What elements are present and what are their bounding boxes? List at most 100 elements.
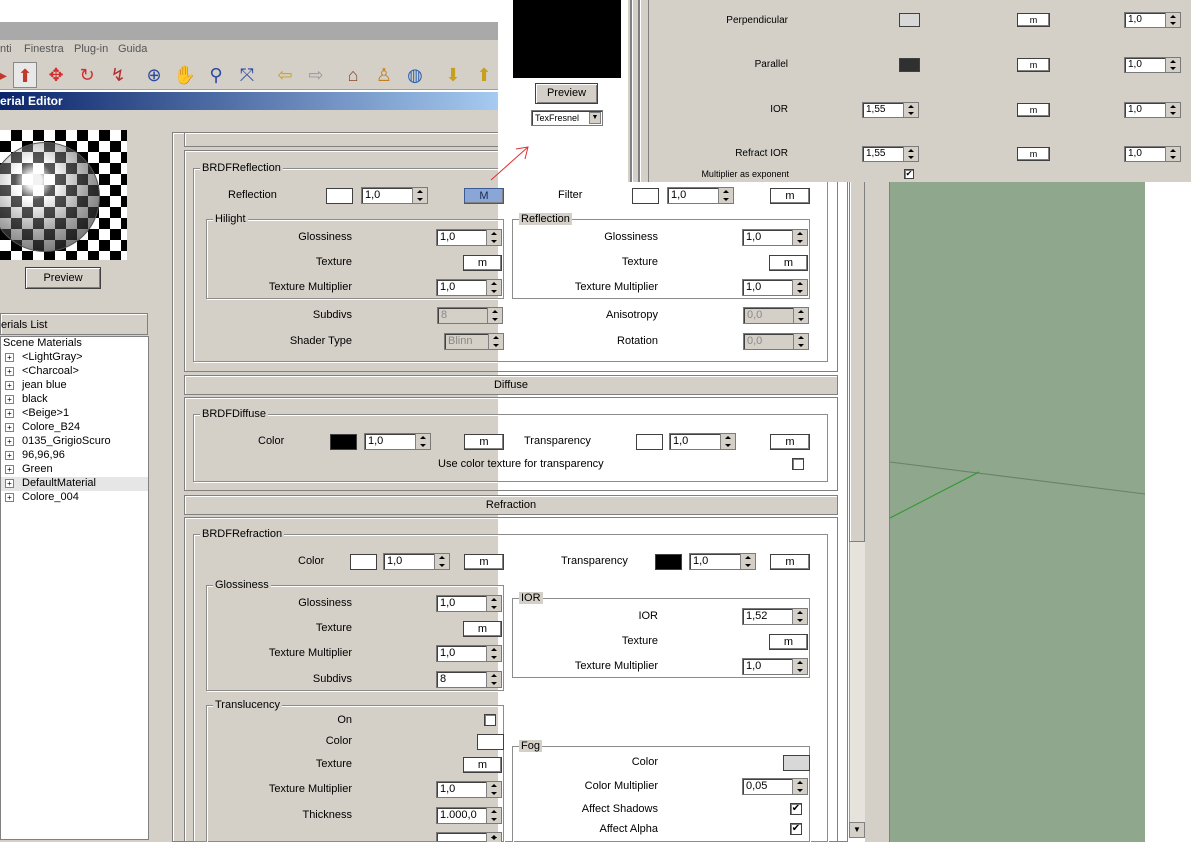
fog-color-swatch[interactable]	[783, 755, 810, 771]
rollout-refraction-header[interactable]: Refraction	[184, 495, 838, 515]
reflection-value-spinner[interactable]: 1,0	[361, 187, 428, 204]
material-list-item[interactable]: +0135_GrigioScuro	[1, 435, 148, 449]
hilight-texmult-spinner[interactable]: 1,0	[436, 279, 502, 296]
expand-plus-icon[interactable]: +	[5, 479, 14, 488]
texture-type-select[interactable]: TexFresnel ▼	[531, 110, 603, 126]
preview-button[interactable]: Preview	[25, 267, 101, 289]
pan-icon[interactable]: ✋	[173, 62, 197, 88]
diffuse-transparency-map-button[interactable]: m	[770, 434, 810, 450]
zoom-icon[interactable]: ⚲	[204, 62, 228, 88]
refract-ior-spinner[interactable]: 1,55	[862, 146, 919, 162]
menu-item-finestra[interactable]: Finestra	[24, 43, 64, 55]
zoom-extents-icon[interactable]: ⤧	[235, 62, 259, 88]
refr-texmult-spinner[interactable]: 1,0	[436, 645, 502, 662]
refraction-transparency-swatch[interactable]	[655, 554, 682, 570]
translucency-texmult-spinner[interactable]: 1,0	[436, 781, 502, 798]
use-color-texture-checkbox[interactable]	[792, 458, 804, 470]
perpendicular-map-button[interactable]: m	[1017, 13, 1050, 27]
diffuse-color-map-button[interactable]: m	[464, 434, 504, 450]
globe-icon[interactable]: ◍	[403, 62, 427, 88]
refraction-transparency-spinner[interactable]: 1,0	[689, 553, 756, 570]
scroll-down-arrow[interactable]: ▼	[849, 822, 865, 838]
expand-plus-icon[interactable]: +	[5, 465, 14, 474]
perpendicular-color-swatch[interactable]	[899, 13, 920, 27]
translucency-thickness-spinner[interactable]: 1.000,0	[436, 807, 502, 824]
refr-glossiness-spinner[interactable]: 1,0	[436, 595, 502, 612]
refr-ior-texmult-spinner[interactable]: 1,0	[742, 658, 808, 675]
expand-plus-icon[interactable]: +	[5, 437, 14, 446]
fog-color-mult-spinner[interactable]: 0,05	[742, 778, 808, 795]
followme-icon[interactable]: ↯	[106, 62, 130, 88]
filter-color-swatch[interactable]	[632, 188, 659, 204]
material-list-item[interactable]: +96,96,96	[1, 449, 148, 463]
material-list-item[interactable]: + DefaultMaterial	[1, 477, 148, 491]
next-view-icon[interactable]: ⇨	[304, 62, 328, 88]
refract-ior-value-spinner[interactable]: 1,0	[1124, 146, 1181, 162]
material-list-item[interactable]: + Colore_B24	[1, 421, 148, 435]
refr-ior-texture-map-button[interactable]: m	[769, 634, 808, 650]
prev-view-icon[interactable]: ⇦	[273, 62, 297, 88]
refraction-color-spinner[interactable]: 1,0	[383, 553, 450, 570]
fog-affect-alpha-checkbox[interactable]: ✔	[790, 823, 802, 835]
refract-ior-map-button[interactable]: m	[1017, 147, 1050, 161]
scroll-thumb[interactable]	[849, 132, 865, 542]
reflection-map-button[interactable]: M	[464, 188, 504, 204]
expand-plus-icon[interactable]: +	[5, 367, 14, 376]
diffuse-transparency-spinner[interactable]: 1,0	[669, 433, 736, 450]
person-icon[interactable]: ♙	[372, 62, 396, 88]
refr-texture-map-button[interactable]: m	[463, 621, 502, 637]
material-list-item[interactable]: + Green	[1, 463, 148, 477]
filter-value-spinner[interactable]: 1,0	[667, 187, 734, 204]
paint-icon[interactable]: ⬆	[13, 62, 37, 88]
refr-ior-spinner[interactable]: 1,52	[742, 608, 808, 625]
house-icon[interactable]: ⌂	[341, 62, 365, 88]
parallel-value-spinner[interactable]: 1,0	[1124, 57, 1181, 73]
expand-plus-icon[interactable]: +	[5, 353, 14, 362]
material-list-item[interactable]: + jean blue	[1, 379, 148, 393]
perpendicular-value-spinner[interactable]: 1,0	[1124, 12, 1181, 28]
menu-item-plugin[interactable]: Plug-in	[74, 43, 108, 55]
diffuse-color-spinner[interactable]: 1,0	[364, 433, 431, 450]
move-icon[interactable]: ✥	[44, 62, 68, 88]
material-list-item[interactable]: + <LightGray>	[1, 351, 148, 365]
fog-affect-shadows-checkbox[interactable]: ✔	[790, 803, 802, 815]
ior-map-button[interactable]: m	[1017, 103, 1050, 117]
material-list-item[interactable]: + <Charcoal>	[1, 365, 148, 379]
menu-item-guida[interactable]: Guida	[118, 43, 147, 55]
refl-texture-map-button[interactable]: m	[769, 255, 808, 271]
export-icon[interactable]: ⬆	[472, 62, 496, 88]
select-icon[interactable]: ▶	[0, 62, 12, 88]
expand-plus-icon[interactable]: +	[5, 381, 14, 390]
orbit-icon[interactable]: ⊕	[142, 62, 166, 88]
fresnel-preview-button[interactable]: Preview	[535, 83, 598, 104]
refl-texmult-spinner[interactable]: 1,0	[742, 279, 808, 296]
filter-map-button[interactable]: m	[770, 188, 810, 204]
expand-plus-icon[interactable]: +	[5, 451, 14, 460]
refl-glossiness-spinner[interactable]: 1,0	[742, 229, 808, 246]
material-list-item[interactable]: + Colore_004	[1, 491, 148, 505]
multiplier-exponent-checkbox[interactable]: ✔	[904, 169, 914, 179]
editor-title-bar[interactable]: erial Editor	[0, 92, 498, 110]
expand-plus-icon[interactable]: +	[5, 409, 14, 418]
rotate-icon[interactable]: ↻	[75, 62, 99, 88]
diffuse-color-swatch[interactable]	[330, 434, 357, 450]
rotation-spinner[interactable]: 0,0	[743, 333, 809, 350]
expand-plus-icon[interactable]: +	[5, 423, 14, 432]
translucency-texture-map-button[interactable]: m	[463, 757, 502, 773]
translucency-color-swatch[interactable]	[477, 734, 504, 750]
menu-item-strumenti[interactable]: nti	[0, 43, 12, 55]
translucency-next-spinner[interactable]	[436, 832, 502, 842]
hilight-glossiness-spinner[interactable]: 1,0	[436, 229, 502, 246]
diffuse-transparency-swatch[interactable]	[636, 434, 663, 450]
expand-plus-icon[interactable]: +	[5, 493, 14, 502]
materials-tree[interactable]: Scene Materials + <LightGray> + <Charcoal> +…	[0, 336, 149, 840]
scene-materials-root[interactable]: Scene Materials	[3, 337, 82, 349]
refraction-color-swatch[interactable]	[350, 554, 377, 570]
expand-plus-icon[interactable]: +	[5, 395, 14, 404]
reflection-color-swatch[interactable]	[326, 188, 353, 204]
parallel-color-swatch[interactable]	[899, 58, 920, 72]
anisotropy-spinner[interactable]: 0,0	[743, 307, 809, 324]
translucency-on-checkbox[interactable]	[484, 714, 496, 726]
hilight-texture-map-button[interactable]: m	[463, 255, 502, 271]
parallel-map-button[interactable]: m	[1017, 58, 1050, 72]
